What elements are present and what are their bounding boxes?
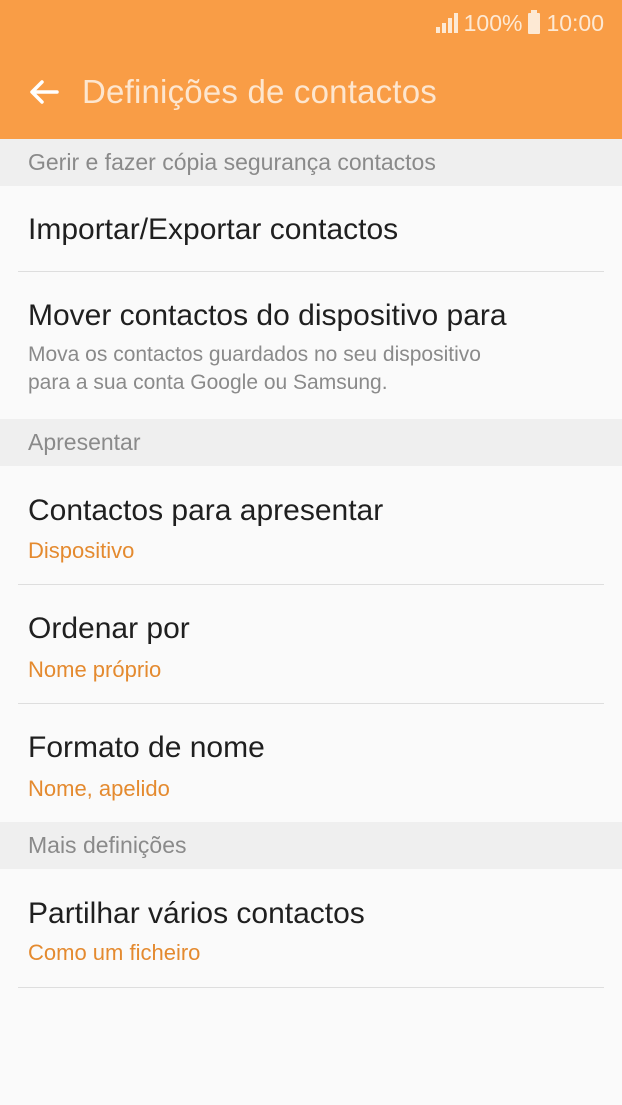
settings-list: Gerir e fazer cópia segurança contactos …	[0, 139, 622, 988]
clock: 10:00	[546, 9, 604, 36]
app-bar: 100% 10:00 Definições de contactos	[0, 0, 622, 139]
move-contacts-item[interactable]: Mover contactos do dispositivo para Mova…	[0, 272, 622, 419]
section-header-more: Mais definições	[0, 822, 622, 869]
item-value: Nome, apelido	[28, 776, 170, 801]
status-bar: 100% 10:00	[435, 8, 604, 38]
section-header-manage: Gerir e fazer cópia segurança contactos	[0, 139, 622, 186]
item-label: Ordenar por	[28, 612, 190, 645]
item-value: Como um ficheiro	[28, 940, 201, 965]
item-value: Nome próprio	[28, 657, 162, 682]
item-description: Mova os contactos guardados no seu dispo…	[28, 343, 481, 366]
contacts-to-display-item[interactable]: Contactos para apresentar Dispositivo	[0, 466, 622, 584]
item-value: Dispositivo	[28, 538, 135, 563]
back-button[interactable]	[14, 62, 74, 122]
section-header-display: Apresentar	[0, 419, 622, 466]
item-label: Importar/Exportar contactos	[28, 213, 399, 246]
name-format-item[interactable]: Formato de nome Nome, apelido	[0, 704, 622, 822]
item-label: Partilhar vários contactos	[28, 897, 365, 930]
sort-by-item[interactable]: Ordenar por Nome próprio	[0, 585, 622, 703]
import-export-contacts-item[interactable]: Importar/Exportar contactos	[0, 186, 622, 271]
item-description: para a sua conta Google ou Samsung.	[28, 371, 388, 394]
share-multiple-contacts-item[interactable]: Partilhar vários contactos Como um fiche…	[0, 869, 622, 987]
battery-percent: 100%	[463, 9, 523, 36]
signal-icon	[435, 13, 458, 33]
page-title: Definições de contactos	[82, 73, 437, 110]
item-label: Formato de nome	[28, 731, 265, 764]
divider	[18, 987, 604, 988]
toolbar: Definições de contactos	[0, 56, 622, 128]
item-label: Mover contactos do dispositivo para	[28, 299, 507, 332]
arrow-left-icon	[30, 80, 59, 104]
battery-icon	[528, 9, 541, 34]
item-label: Contactos para apresentar	[28, 494, 384, 527]
